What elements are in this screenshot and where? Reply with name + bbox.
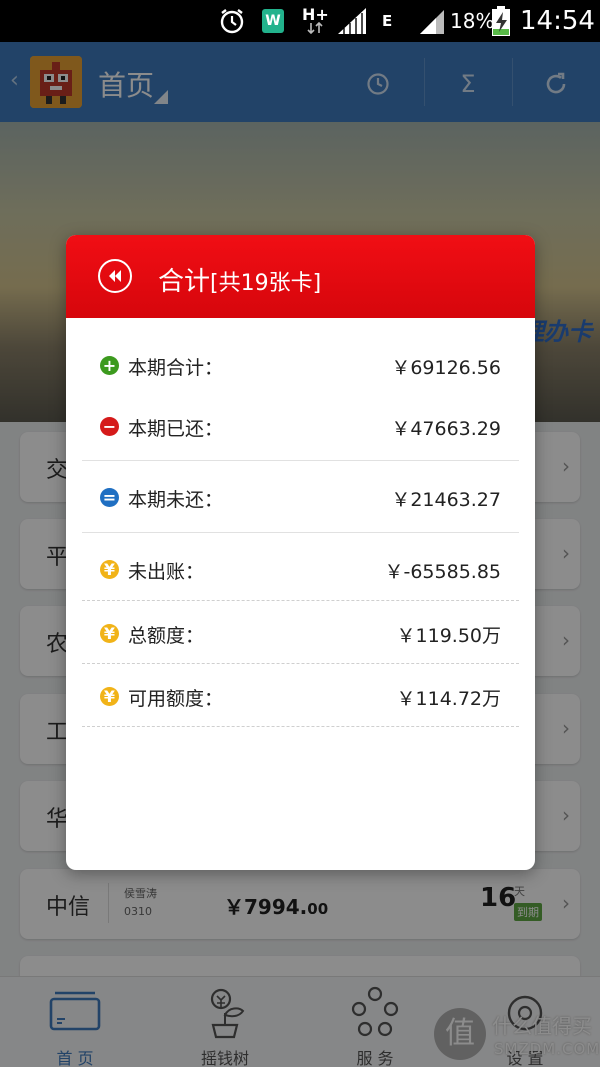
row-label: 本期未还： <box>128 489 224 511</box>
row-divider <box>82 726 519 727</box>
wps-icon: W <box>262 0 286 42</box>
battery-percent: 18% <box>450 9 495 33</box>
clock-time: 14:54 <box>520 6 595 36</box>
row-value: ￥69126.56 <box>391 357 501 379</box>
row-divider <box>82 532 519 533</box>
row-value: ￥-65585.85 <box>384 561 501 583</box>
row-label: 本期合计： <box>128 357 224 379</box>
dialog-title-main: 合计 <box>158 267 211 297</box>
minus-circle-icon: − <box>100 417 119 436</box>
network-e-indicator: E <box>382 12 393 30</box>
summary-row: ¥ 可用额度： ￥114.72万 <box>66 667 535 727</box>
yen-circle-icon: ¥ <box>100 624 119 643</box>
alarm-icon <box>218 0 248 42</box>
rewind-back-icon[interactable] <box>98 259 132 293</box>
signal-icon <box>336 0 370 42</box>
row-value: ￥47663.29 <box>391 418 501 440</box>
network-hplus-indicator: H+ <box>302 0 329 42</box>
status-bar: W H+ E 18% 14:54 <box>0 0 600 42</box>
dialog-title: 合计[共19张卡] <box>158 261 321 298</box>
plus-circle-icon: + <box>100 356 119 375</box>
summary-dialog: 合计[共19张卡] + 本期合计： ￥69126.56 − 本期已还： ￥476… <box>66 235 535 870</box>
summary-row: ¥ 总额度： ￥119.50万 <box>66 604 535 664</box>
row-divider <box>82 460 519 461</box>
row-label: 未出账： <box>128 561 205 583</box>
battery-charging-icon <box>490 0 514 42</box>
summary-row: ¥ 未出账： ￥-65585.85 <box>66 540 535 600</box>
row-label: 可用额度： <box>128 688 224 710</box>
dialog-header: 合计[共19张卡] <box>66 235 535 318</box>
row-label: 总额度： <box>128 625 205 647</box>
row-divider <box>82 663 519 664</box>
yen-circle-icon: ¥ <box>100 560 119 579</box>
row-value: ￥119.50万 <box>396 625 501 647</box>
row-value: ￥114.72万 <box>396 688 501 710</box>
row-label: 本期已还： <box>128 418 224 440</box>
row-divider <box>82 600 519 601</box>
yen-circle-icon: ¥ <box>100 687 119 706</box>
dialog-subtitle: [共19张卡] <box>210 271 322 296</box>
summary-row: = 本期未还： ￥21463.27 <box>66 468 535 528</box>
equals-circle-icon: = <box>100 488 119 507</box>
row-value: ￥21463.27 <box>391 489 501 511</box>
summary-row: + 本期合计： ￥69126.56 <box>66 336 535 396</box>
signal-icon <box>418 0 446 42</box>
summary-row: − 本期已还： ￥47663.29 <box>66 397 535 457</box>
